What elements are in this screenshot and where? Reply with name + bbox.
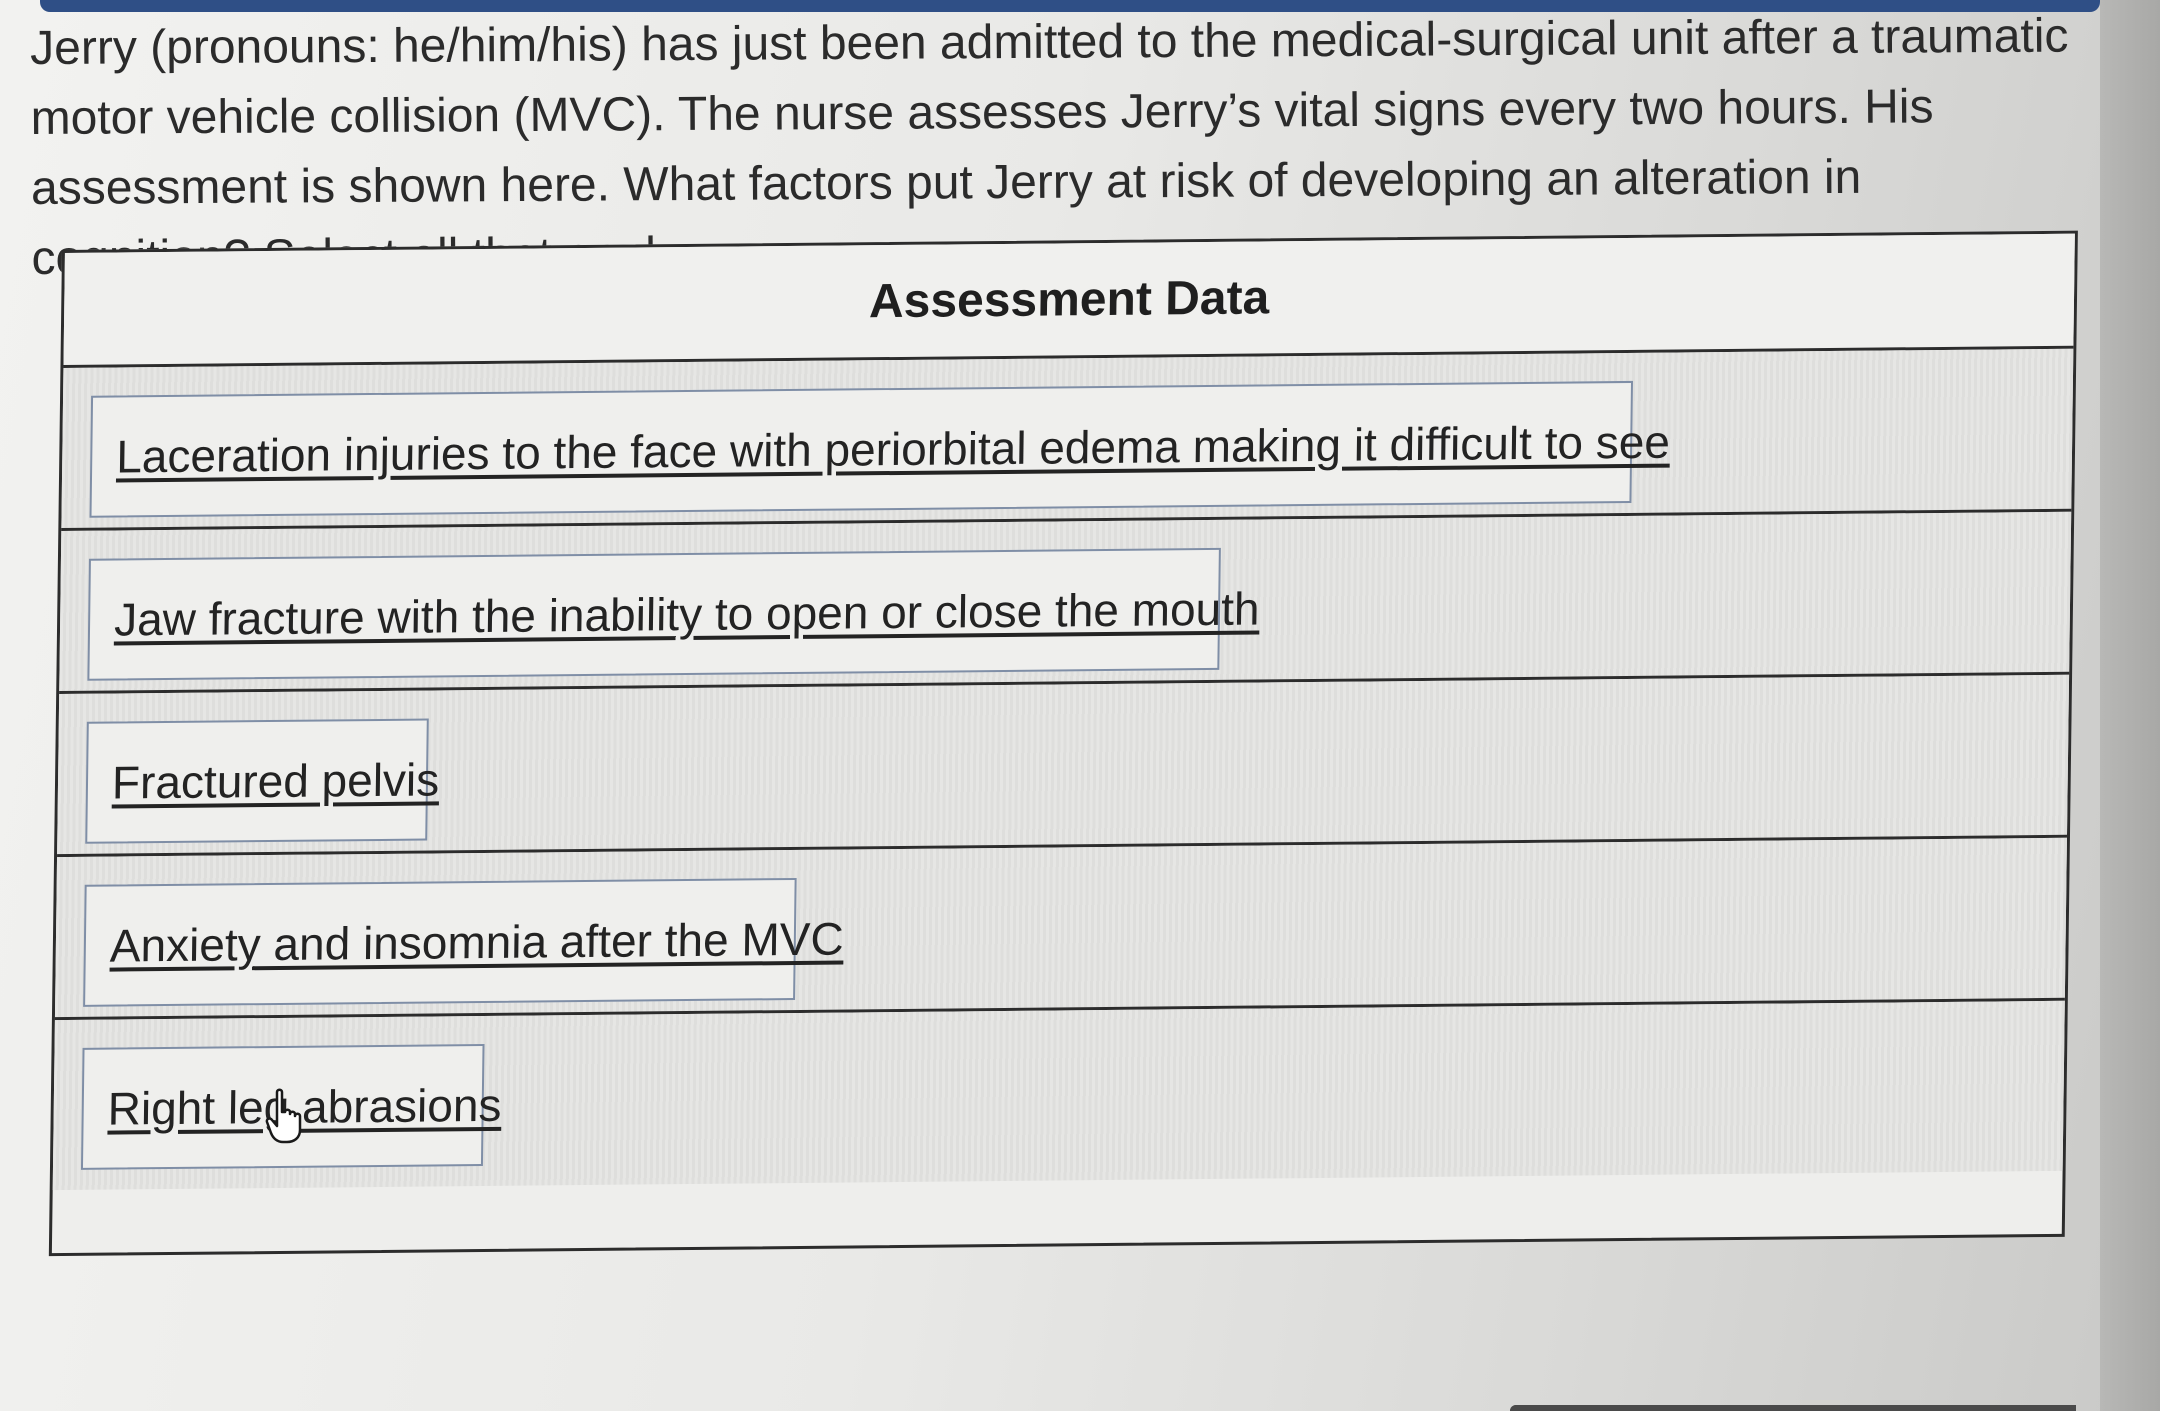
hand-pointer-icon	[265, 1088, 302, 1144]
option-jaw-fracture[interactable]: Jaw fracture with the inability to open …	[87, 547, 1260, 681]
table-row: Fractured pelvis	[57, 674, 2070, 858]
assessment-table: Assessment Data Laceration injuries to t…	[48, 230, 2078, 1257]
table-row: Laceration injuries to the face with per…	[61, 348, 2074, 532]
table-header: Assessment Data	[63, 233, 2075, 368]
table-row: Anxiety and insomnia after the MVC	[54, 837, 2067, 1021]
corner-button-edge	[1510, 1405, 2076, 1411]
table-row: Right leg abrasions	[52, 1000, 2065, 1191]
option-anxiety-insomnia[interactable]: Anxiety and insomnia after the MVC	[83, 877, 844, 1007]
option-fractured-pelvis[interactable]: Fractured pelvis	[85, 718, 440, 844]
table-row: Jaw fracture with the inability to open …	[59, 511, 2072, 695]
option-facial-laceration[interactable]: Laceration injuries to the face with per…	[89, 380, 1670, 518]
monitor-edge	[2100, 0, 2160, 1411]
